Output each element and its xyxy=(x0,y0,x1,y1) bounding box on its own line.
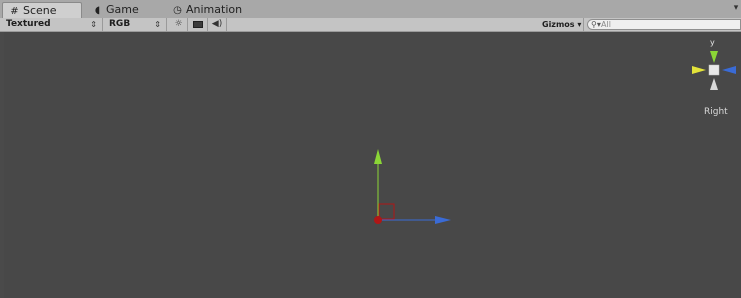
search-input[interactable] xyxy=(601,20,731,29)
y-axis-arrow[interactable] xyxy=(374,149,382,164)
scene-lighting-button[interactable]: ☼ xyxy=(170,18,188,31)
scene-toolbar: Textured ⇕ RGB ⇕ ☼ ◀) Gizmos ▾ ⚲▾ xyxy=(0,18,741,32)
scene-view-canvas xyxy=(374,51,736,224)
scene-window: # Scene ◖ Game ◷ Animation ▾ Textured ⇕ RGB… xyxy=(0,0,741,298)
gizmo-view-label: Right xyxy=(704,107,728,117)
gizmo-neg-y-cone[interactable] xyxy=(710,78,718,90)
speaker-icon: ◀) xyxy=(211,19,223,29)
gizmos-label: Gizmos xyxy=(542,20,575,29)
render-mode-value: Textured xyxy=(6,19,51,29)
gizmo-center-cube[interactable] xyxy=(708,64,720,76)
tab-animation-label: Animation xyxy=(186,3,243,16)
tab-game-label: Game xyxy=(106,3,139,16)
origin-point[interactable] xyxy=(374,216,382,224)
gizmo-axis-label: y xyxy=(710,38,715,47)
updown-arrow-icon: ⇕ xyxy=(90,20,97,29)
sun-icon: ☼ xyxy=(174,19,183,29)
tab-animation[interactable]: ◷ Animation xyxy=(166,2,256,18)
tab-game[interactable]: ◖ Game xyxy=(86,2,160,18)
move-handle[interactable] xyxy=(374,149,451,224)
gizmo-y-cone[interactable] xyxy=(710,51,718,63)
render-mode-select[interactable]: Textured ⇕ xyxy=(0,18,103,31)
x-axis-arrow[interactable] xyxy=(435,216,451,224)
orientation-gizmo[interactable] xyxy=(692,51,736,90)
image-icon xyxy=(192,21,203,28)
tab-bar: # Scene ◖ Game ◷ Animation ▾ xyxy=(0,0,741,19)
search-icon[interactable]: ⚲▾ xyxy=(591,19,601,30)
gizmo-x-cone[interactable] xyxy=(692,66,706,74)
plane-handle[interactable] xyxy=(378,203,395,220)
audio-toggle-button[interactable]: ◀) xyxy=(208,18,227,31)
scene-viewport[interactable] xyxy=(4,32,741,298)
tab-scene[interactable]: # Scene xyxy=(2,2,82,18)
clock-icon: ◷ xyxy=(173,5,182,16)
hierarchy-search: ⚲▾ xyxy=(587,19,741,30)
gizmos-dropdown[interactable]: Gizmos ▾ xyxy=(538,18,584,31)
channels-value: RGB xyxy=(109,19,131,29)
channels-select[interactable]: RGB ⇕ xyxy=(103,18,167,31)
dropdown-arrow-icon: ▾ xyxy=(574,20,582,29)
game-overlay-button[interactable] xyxy=(188,18,208,31)
gizmo-z-cone[interactable] xyxy=(722,66,736,74)
tab-scene-label: Scene xyxy=(23,4,57,17)
game-pacman-icon: ◖ xyxy=(94,5,101,16)
panel-menu-icon[interactable]: ▾ xyxy=(732,3,740,14)
updown-arrow-icon: ⇕ xyxy=(154,20,161,29)
